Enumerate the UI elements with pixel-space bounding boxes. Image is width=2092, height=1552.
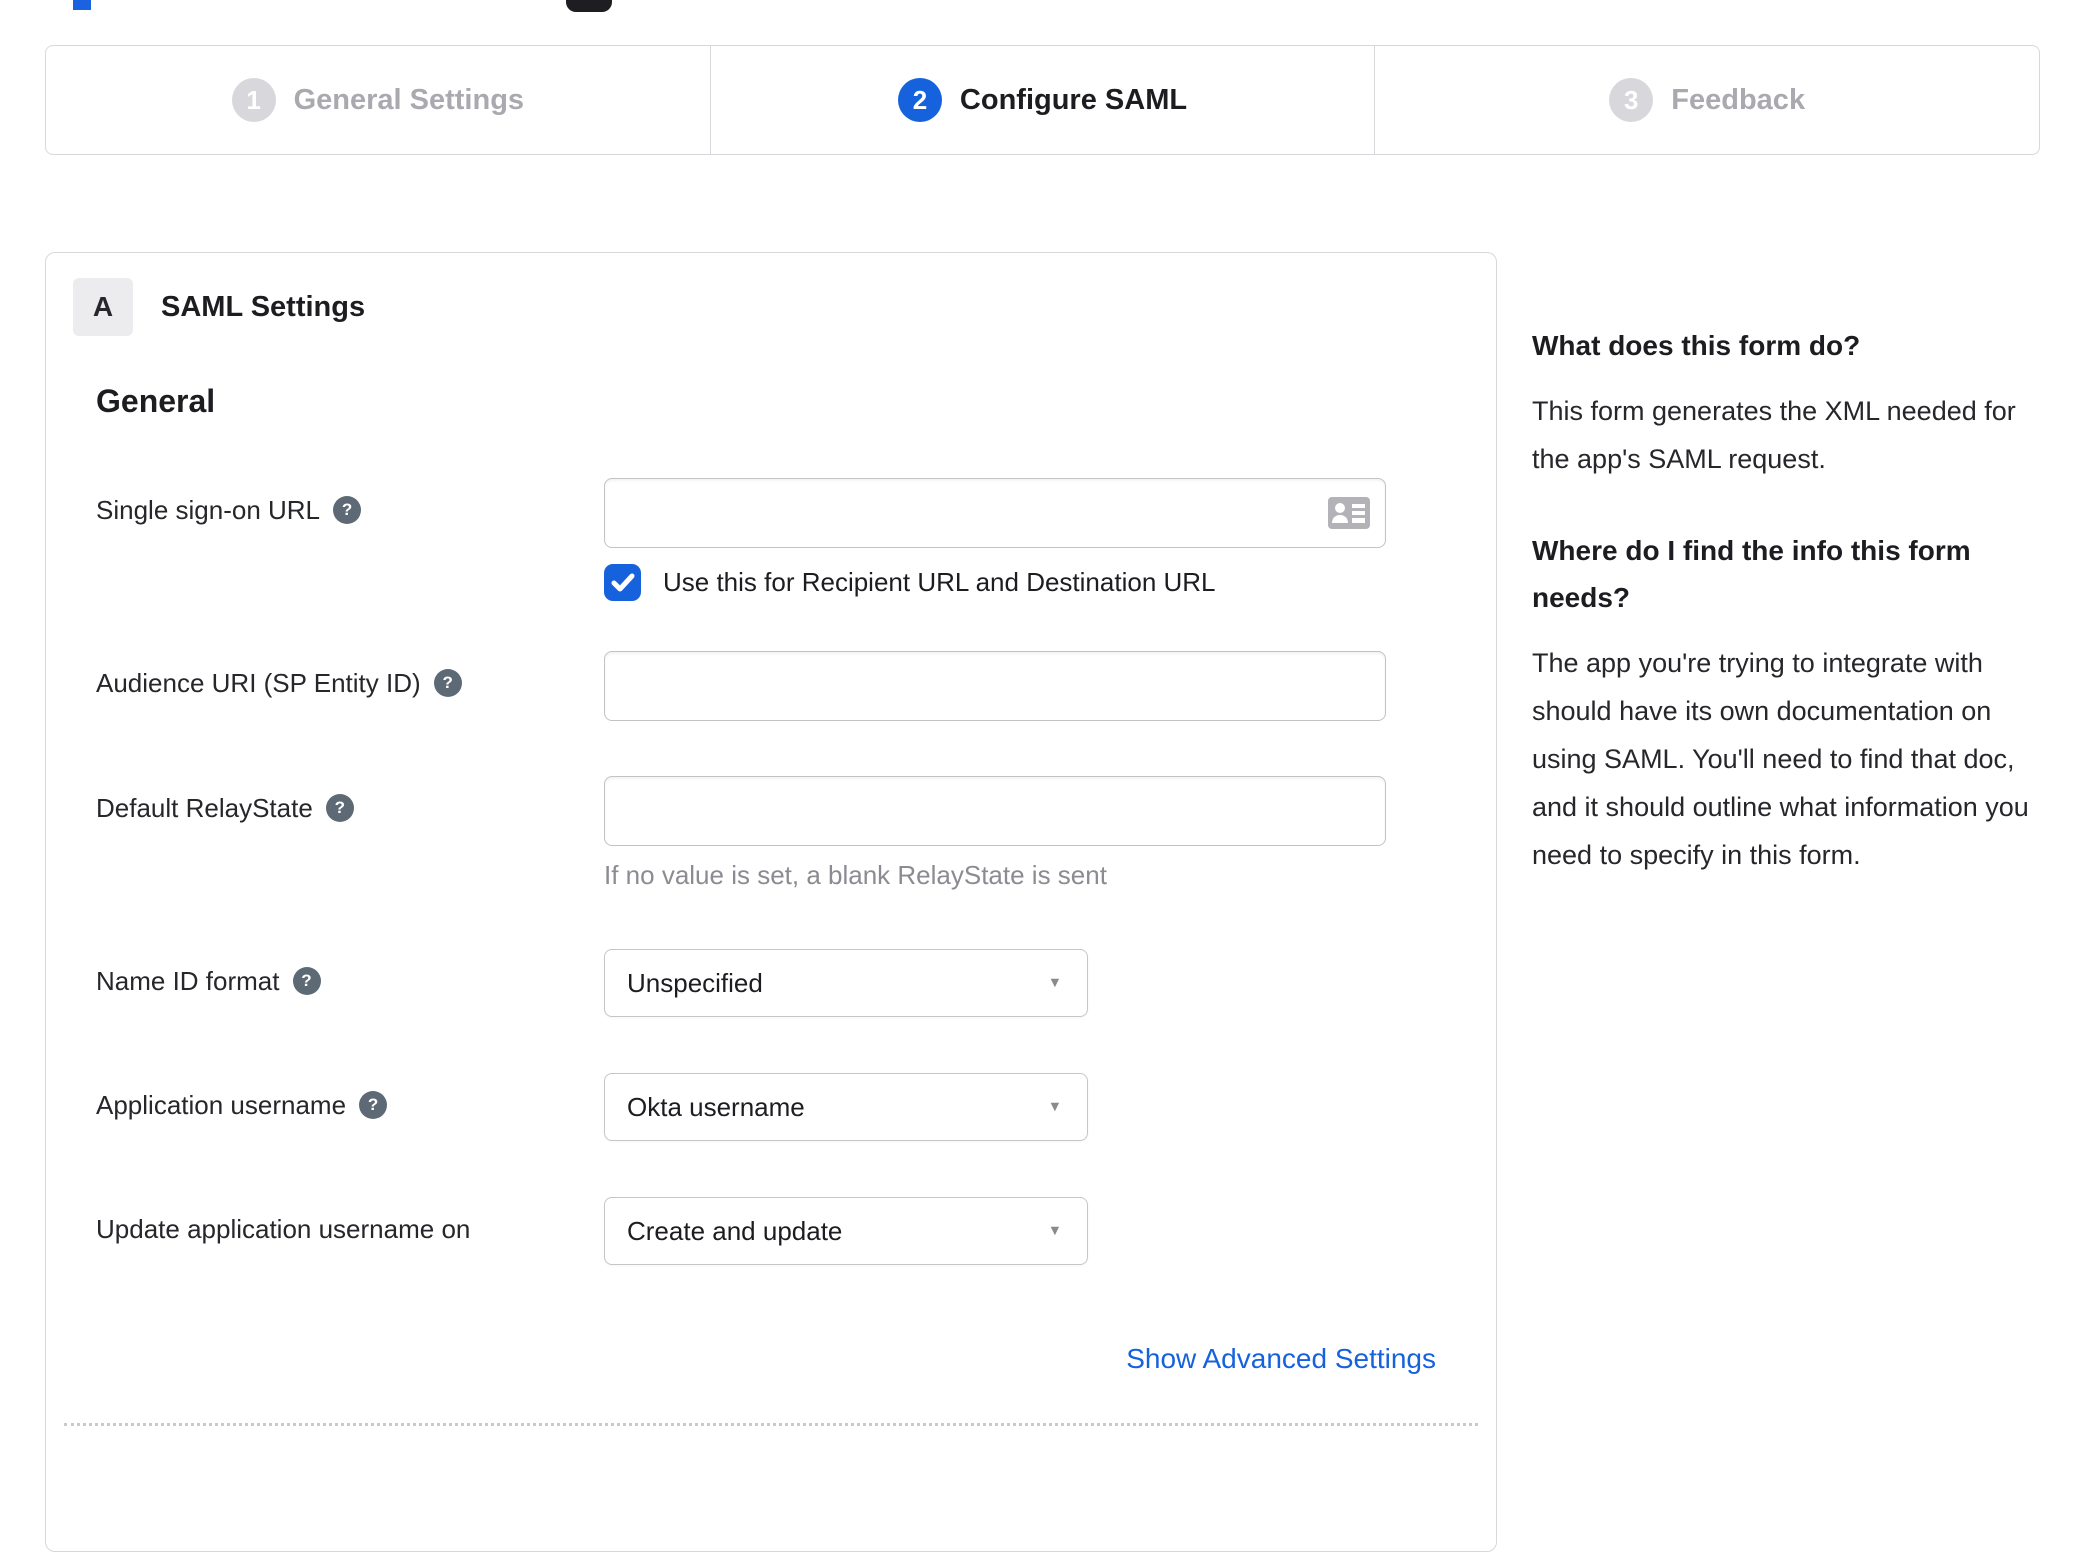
app-username-help-icon[interactable]: ?: [359, 1091, 388, 1119]
step-1-label: General Settings: [293, 83, 525, 116]
relay-state-help-icon[interactable]: ?: [325, 794, 354, 822]
general-group-heading: General: [96, 383, 216, 419]
step-2-label: Configure SAML: [959, 83, 1188, 116]
section-a-badge: A: [73, 278, 133, 336]
sso-url-label-cell: Single sign-on URL ?: [46, 478, 604, 527]
app-username-value: Okta username: [627, 1091, 805, 1122]
wizard-stepper: 1 General Settings 2 Configure SAML 3 Fe…: [45, 45, 2040, 155]
step-configure-saml[interactable]: 2 Configure SAML: [711, 46, 1376, 154]
sso-url-row: Single sign-on URL ? Use this for Recipi…: [46, 478, 1496, 601]
relay-state-label: Default RelayState: [96, 793, 313, 823]
check-icon: [611, 573, 634, 591]
name-id-format-help-icon[interactable]: ?: [292, 967, 321, 995]
name-id-format-row: Name ID format ? Unspecified ▼: [46, 949, 1496, 1017]
help-sidebar: What does this form do? This form genera…: [1532, 322, 2044, 879]
app-username-row: Application username ? Okta username ▼: [46, 1073, 1496, 1141]
sidebar-section-what: What does this form do? This form genera…: [1532, 322, 2044, 483]
relay-state-row: Default RelayState ? If no value is set,…: [46, 776, 1496, 891]
recipient-url-checkbox[interactable]: [604, 564, 641, 601]
step-3-label: Feedback: [1671, 83, 1806, 116]
sso-url-label: Single sign-on URL: [96, 495, 321, 525]
sidebar-what-body: This form generates the XML needed for t…: [1532, 396, 2016, 474]
update-app-username-label: Update application username on: [96, 1214, 471, 1244]
relay-state-hint: If no value is set, a blank RelayState i…: [604, 860, 1107, 890]
relay-state-input[interactable]: [604, 776, 1386, 846]
audience-uri-label-cell: Audience URI (SP Entity ID) ?: [46, 651, 604, 700]
name-id-format-select[interactable]: Unspecified ▼: [604, 949, 1088, 1017]
step-2-number: 2: [897, 78, 942, 122]
chevron-down-icon: ▼: [1047, 1098, 1063, 1115]
show-advanced-settings-link[interactable]: Show Advanced Settings: [1126, 1343, 1436, 1374]
step-1-number: 1: [231, 78, 276, 122]
update-app-username-row: Update application username on Create an…: [46, 1197, 1496, 1265]
step-3-number: 3: [1609, 78, 1654, 122]
cutoff-blue-fragment: [73, 0, 91, 10]
app-username-label-cell: Application username ?: [46, 1073, 604, 1122]
cutoff-dark-fragment: [566, 0, 612, 12]
sso-url-help-icon[interactable]: ?: [333, 496, 362, 524]
relay-state-label-cell: Default RelayState ?: [46, 776, 604, 825]
step-feedback[interactable]: 3 Feedback: [1375, 46, 2039, 154]
recipient-url-checkbox-row[interactable]: Use this for Recipient URL and Destinati…: [604, 564, 1496, 601]
sidebar-where-body: The app you're trying to integrate with …: [1532, 648, 2029, 870]
sidebar-what-heading: What does this form do?: [1532, 330, 1861, 361]
update-app-username-select[interactable]: Create and update ▼: [604, 1197, 1088, 1265]
audience-uri-help-icon[interactable]: ?: [433, 669, 462, 697]
chevron-down-icon: ▼: [1047, 974, 1063, 991]
name-id-format-label-cell: Name ID format ?: [46, 949, 604, 998]
name-id-format-value: Unspecified: [627, 967, 763, 998]
panel-header: A SAML Settings: [73, 278, 365, 336]
saml-settings-panel: A SAML Settings General Single sign-on U…: [45, 252, 1497, 1552]
audience-uri-row: Audience URI (SP Entity ID) ?: [46, 651, 1496, 721]
update-app-username-label-cell: Update application username on: [46, 1197, 604, 1246]
section-title: SAML Settings: [161, 290, 366, 323]
audience-uri-input[interactable]: [604, 651, 1386, 721]
audience-uri-label: Audience URI (SP Entity ID): [96, 668, 421, 698]
sso-url-input[interactable]: [604, 478, 1386, 548]
recipient-url-checkbox-label: Use this for Recipient URL and Destinati…: [663, 567, 1216, 597]
update-app-username-value: Create and update: [627, 1215, 843, 1246]
address-card-icon[interactable]: [1328, 497, 1370, 529]
sidebar-where-section: Where do I find the info this form needs…: [1532, 527, 2044, 879]
step-general-settings[interactable]: 1 General Settings: [46, 46, 711, 154]
chevron-down-icon: ▼: [1047, 1222, 1063, 1239]
app-username-select[interactable]: Okta username ▼: [604, 1073, 1088, 1141]
app-username-label: Application username: [96, 1090, 347, 1120]
sidebar-where-heading: Where do I find the info this form needs…: [1532, 535, 1971, 613]
name-id-format-label: Name ID format: [96, 966, 280, 996]
